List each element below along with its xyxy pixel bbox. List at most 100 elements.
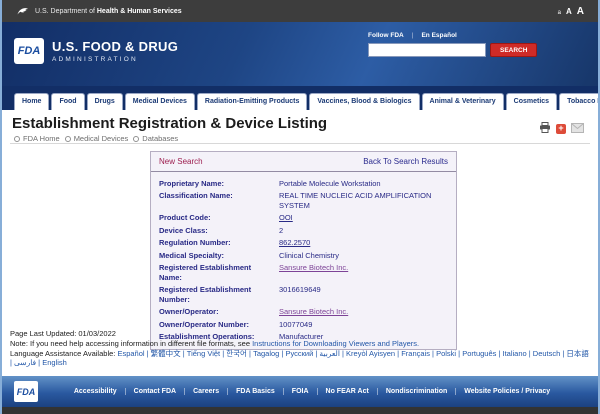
breadcrumb: FDA Home Medical Devices Databases: [14, 134, 178, 143]
breadcrumb-medical-devices[interactable]: Medical Devices: [65, 134, 129, 143]
breadcrumb-bullet-icon: [14, 136, 20, 142]
tab-medical-devices[interactable]: Medical Devices: [125, 93, 195, 110]
hhs-agency-label: U.S. Department of Health & Human Servic…: [35, 8, 182, 15]
tab-radiation-emitting-products[interactable]: Radiation-Emitting Products: [197, 93, 308, 110]
footer-link-no-fear-act[interactable]: No FEAR Act: [317, 388, 377, 395]
print-icon[interactable]: [539, 120, 551, 138]
breadcrumb-fda-home[interactable]: FDA Home: [14, 134, 60, 143]
footer-link-contact-fda[interactable]: Contact FDA: [125, 388, 184, 395]
tab-animal-veterinary[interactable]: Animal & Veterinary: [422, 93, 504, 110]
title-divider: [10, 143, 590, 144]
detail-row-proprietary-name: Proprietary Name: Portable Molecule Work…: [159, 177, 448, 190]
detail-row-device-class: Device Class: 2: [159, 224, 448, 237]
last-updated-text: Page Last Updated: 01/03/2022: [10, 329, 590, 339]
detail-row-owner-operator: Owner/Operator: Sansure Biotech Inc.: [159, 306, 448, 319]
row-label: Classification Name:: [159, 191, 279, 210]
detail-box-header: New Search Back To Search Results: [151, 152, 456, 172]
fda-brand-text: U.S. FOOD & DRUG ADMINISTRATION: [52, 39, 178, 63]
footer-link-website-policies[interactable]: Website Policies / Privacy: [455, 388, 558, 395]
detail-row-product-code: Product Code: OOI: [159, 212, 448, 225]
tab-drugs[interactable]: Drugs: [87, 93, 123, 110]
breadcrumb-label: Medical Devices: [74, 134, 129, 143]
footer-link-accessibility[interactable]: Accessibility: [66, 388, 125, 395]
fda-header: FDA U.S. FOOD & DRUG ADMINISTRATION Foll…: [2, 22, 598, 86]
device-detail-box: New Search Back To Search Results Propri…: [150, 151, 457, 350]
fda-brand[interactable]: FDA U.S. FOOD & DRUG ADMINISTRATION: [14, 38, 178, 64]
owner-operator-link[interactable]: Sansure Biotech Inc.: [279, 307, 448, 317]
footer-link-careers[interactable]: Careers: [184, 388, 227, 395]
row-label: Medical Specialty:: [159, 251, 279, 261]
main-nav: Home Food Drugs Medical Devices Radiatio…: [2, 86, 598, 110]
tab-vaccines-blood-biologics[interactable]: Vaccines, Blood & Biologics: [309, 93, 419, 110]
row-value: REAL TIME NUCLEIC ACID AMPLIFICATION SYS…: [279, 191, 448, 210]
note-line: Note: If you need help accessing informa…: [10, 339, 590, 349]
detail-row-regulation-number: Regulation Number: 862.2570: [159, 237, 448, 250]
breadcrumb-bullet-icon: [133, 136, 139, 142]
fda-title-line1: U.S. FOOD & DRUG: [52, 39, 178, 54]
detail-row-medical-specialty: Medical Specialty: Clinical Chemistry: [159, 249, 448, 262]
header-link-separator: |: [412, 32, 414, 39]
footer-link-fda-basics[interactable]: FDA Basics: [227, 388, 283, 395]
main-content: Establishment Registration & Device List…: [2, 110, 598, 376]
tab-food[interactable]: Food: [51, 93, 84, 110]
footer-fda-logo[interactable]: FDA: [14, 381, 38, 402]
language-label: Language Assistance Available:: [10, 349, 117, 358]
breadcrumb-label: Databases: [142, 134, 178, 143]
registered-establishment-name-link[interactable]: Sansure Biotech Inc.: [279, 263, 448, 282]
share-icon[interactable]: +: [556, 124, 566, 134]
footer-link-foia[interactable]: FOIA: [283, 388, 317, 395]
detail-row-registered-establishment-name: Registered Establishment Name: Sansure B…: [159, 262, 448, 284]
follow-fda-link[interactable]: Follow FDA: [368, 32, 404, 39]
row-label: Product Code:: [159, 213, 279, 223]
new-search-link[interactable]: New Search: [159, 157, 203, 166]
row-label: Device Class:: [159, 226, 279, 236]
row-label: Owner/Operator Number:: [159, 320, 279, 330]
search-button[interactable]: SEARCH: [490, 43, 537, 57]
row-value: 2: [279, 226, 448, 236]
row-label: Owner/Operator:: [159, 307, 279, 317]
row-label: Regulation Number:: [159, 238, 279, 248]
search-area: SEARCH: [368, 43, 543, 57]
footer-links: Accessibility Contact FDA Careers FDA Ba…: [38, 388, 586, 395]
row-value: Portable Molecule Workstation: [279, 179, 448, 189]
product-code-link[interactable]: OOI: [279, 213, 448, 223]
window-bottom-edge: [2, 407, 598, 414]
en-espanol-link[interactable]: En Español: [421, 32, 456, 39]
row-value: 3016619649: [279, 285, 448, 304]
hhs-topbar: U.S. Department of Health & Human Servic…: [2, 0, 598, 22]
row-label: Proprietary Name:: [159, 179, 279, 189]
footer-link-nondiscrimination[interactable]: Nondiscrimination: [377, 388, 455, 395]
tab-tobacco-products[interactable]: Tobacco Products: [559, 93, 600, 110]
row-value: Clinical Chemistry: [279, 251, 448, 261]
row-value: 10077049: [279, 320, 448, 330]
language-assistance-line: Language Assistance Available: Español |…: [10, 349, 590, 369]
font-size-large-button[interactable]: A: [577, 6, 584, 17]
fda-title-line2: ADMINISTRATION: [52, 56, 178, 63]
breadcrumb-databases[interactable]: Databases: [133, 134, 178, 143]
page-title: Establishment Registration & Device List…: [12, 115, 327, 132]
breadcrumb-label: FDA Home: [23, 134, 60, 143]
downloading-viewers-link[interactable]: Instructions for Downloading Viewers and…: [252, 339, 419, 348]
fda-logo[interactable]: FDA: [14, 38, 44, 64]
tab-cosmetics[interactable]: Cosmetics: [506, 93, 557, 110]
page-action-icons: +: [539, 120, 584, 138]
row-label: Registered Establishment Name:: [159, 263, 279, 282]
search-input[interactable]: [368, 43, 486, 57]
footer-bar: FDA Accessibility Contact FDA Careers FD…: [2, 376, 598, 407]
detail-row-classification-name: Classification Name: REAL TIME NUCLEIC A…: [159, 190, 448, 212]
footer-notes: Page Last Updated: 01/03/2022 Note: If y…: [10, 329, 590, 368]
email-icon[interactable]: [571, 120, 584, 138]
tab-home[interactable]: Home: [14, 93, 49, 110]
fda-page: U.S. Department of Health & Human Servic…: [0, 0, 600, 414]
back-to-search-results-link[interactable]: Back To Search Results: [363, 157, 448, 166]
hhs-eagle-icon: [16, 5, 29, 17]
detail-row-registered-establishment-number: Registered Establishment Number: 3016619…: [159, 284, 448, 306]
font-size-medium-button[interactable]: A: [566, 7, 572, 16]
header-links: Follow FDA | En Español: [368, 32, 543, 39]
note-text: Note: If you need help accessing informa…: [10, 339, 252, 348]
detail-box-body: Proprietary Name: Portable Molecule Work…: [151, 172, 456, 349]
regulation-number-link[interactable]: 862.2570: [279, 238, 448, 248]
font-size-small-button[interactable]: a: [558, 10, 561, 16]
breadcrumb-bullet-icon: [65, 136, 71, 142]
header-utility: Follow FDA | En Español SEARCH: [368, 32, 543, 57]
